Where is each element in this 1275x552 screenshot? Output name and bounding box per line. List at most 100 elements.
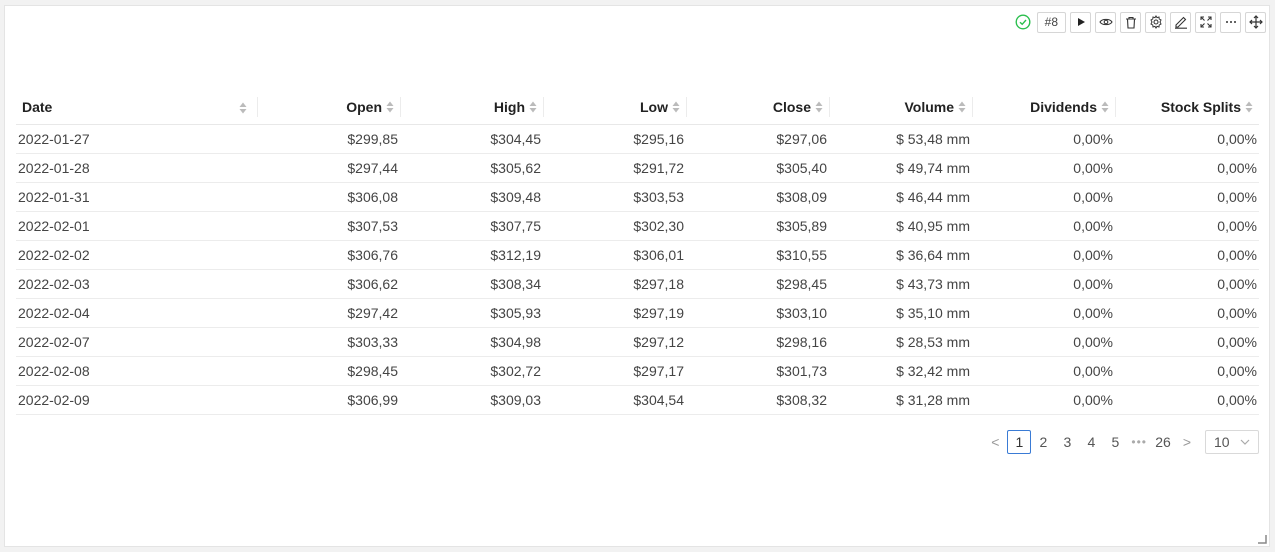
settings-button[interactable] <box>1145 11 1166 33</box>
cell-date: 2022-02-07 <box>16 327 257 357</box>
preview-button[interactable] <box>1095 11 1116 33</box>
sort-icon[interactable] <box>672 101 680 113</box>
cell-close: $308,09 <box>686 182 829 212</box>
cell-high: $305,93 <box>400 298 543 328</box>
column-header-close[interactable]: Close <box>686 89 829 125</box>
table-header-row: Date Open High Low Close Volume Dividend… <box>16 89 1259 125</box>
page-3-button[interactable]: 3 <box>1055 430 1079 454</box>
resize-handle-icon[interactable] <box>1257 534 1267 544</box>
cell-low: $297,17 <box>543 356 686 386</box>
cell-dividends: 0,00% <box>972 240 1115 270</box>
table-row: 2022-02-02 $306,76 $312,19 $306,01 $310,… <box>16 240 1259 270</box>
column-header-high[interactable]: High <box>400 89 543 125</box>
trash-icon <box>1125 16 1136 29</box>
cell-stock-splits: 0,00% <box>1115 327 1259 357</box>
cell-date: 2022-02-01 <box>16 211 257 241</box>
page-4-button[interactable]: 4 <box>1079 430 1103 454</box>
page-2-button[interactable]: 2 <box>1031 430 1055 454</box>
fullscreen-button[interactable] <box>1195 11 1216 33</box>
column-header-label: Open <box>346 98 382 115</box>
cell-close: $298,16 <box>686 327 829 357</box>
cell-dividends: 0,00% <box>972 211 1115 241</box>
run-button[interactable] <box>1070 11 1091 33</box>
cell-dividends: 0,00% <box>972 153 1115 183</box>
sort-icon[interactable] <box>529 101 537 113</box>
column-header-dividends[interactable]: Dividends <box>972 89 1115 125</box>
cell-low: $297,18 <box>543 269 686 299</box>
cell-dividends: 0,00% <box>972 124 1115 154</box>
cell-low: $303,53 <box>543 182 686 212</box>
sort-icon[interactable] <box>815 101 823 113</box>
cell-dividends: 0,00% <box>972 356 1115 386</box>
sort-icon[interactable] <box>1245 101 1253 113</box>
sort-icon[interactable] <box>1101 101 1109 113</box>
column-header-label: Stock Splits <box>1160 98 1241 115</box>
cell-open: $306,08 <box>257 182 400 212</box>
cell-low: $304,54 <box>543 385 686 415</box>
cell-close: $310,55 <box>686 240 829 270</box>
cell-low: $295,16 <box>543 124 686 154</box>
more-button[interactable] <box>1220 11 1241 33</box>
page-size-value: 10 <box>1214 434 1230 450</box>
column-header-label: High <box>493 98 525 115</box>
page-size-select[interactable]: 10 <box>1205 430 1259 454</box>
column-header-stock-splits[interactable]: Stock Splits <box>1115 89 1259 125</box>
prev-page-button[interactable]: < <box>983 430 1007 454</box>
cell-date: 2022-02-09 <box>16 385 257 415</box>
table-row: 2022-01-31 $306,08 $309,48 $303,53 $308,… <box>16 182 1259 212</box>
cell-high: $309,03 <box>400 385 543 415</box>
page-1-button[interactable]: 1 <box>1007 430 1032 454</box>
column-header-low[interactable]: Low <box>543 89 686 125</box>
column-header-volume[interactable]: Volume <box>829 89 972 125</box>
cell-close: $305,89 <box>686 211 829 241</box>
cell-open: $306,76 <box>257 240 400 270</box>
cell-low: $297,19 <box>543 298 686 328</box>
cell-open: $306,99 <box>257 385 400 415</box>
cell-high: $302,72 <box>400 356 543 386</box>
cell-high: $304,45 <box>400 124 543 154</box>
cell-high: $312,19 <box>400 240 543 270</box>
column-header-date[interactable]: Date <box>16 89 257 125</box>
cell-open: $306,62 <box>257 269 400 299</box>
cell-date: 2022-01-27 <box>16 124 257 154</box>
cell-low: $297,12 <box>543 327 686 357</box>
next-page-button[interactable]: > <box>1175 430 1199 454</box>
cell-stock-splits: 0,00% <box>1115 269 1259 299</box>
jump-next-button[interactable]: ••• <box>1127 435 1151 449</box>
cell-stock-splits: 0,00% <box>1115 153 1259 183</box>
delete-button[interactable] <box>1120 11 1141 33</box>
cell-open: $297,42 <box>257 298 400 328</box>
table-row: 2022-02-09 $306,99 $309,03 $304,54 $308,… <box>16 385 1259 415</box>
cell-dividends: 0,00% <box>972 182 1115 212</box>
play-icon <box>1077 18 1085 26</box>
page-5-button[interactable]: 5 <box>1103 430 1127 454</box>
column-header-open[interactable]: Open <box>257 89 400 125</box>
cell-dividends: 0,00% <box>972 385 1115 415</box>
edit-icon <box>1174 16 1187 29</box>
cell-volume: $ 28,53 mm <box>829 327 972 357</box>
cell-high: $309,48 <box>400 182 543 212</box>
data-table: Date Open High Low Close Volume Dividend… <box>16 89 1259 415</box>
column-header-label: Close <box>772 98 811 115</box>
fullscreen-icon <box>1199 16 1212 28</box>
gear-icon <box>1149 15 1162 29</box>
cell-stock-splits: 0,00% <box>1115 385 1259 415</box>
sort-icon[interactable] <box>958 101 966 113</box>
cell-date: 2022-02-08 <box>16 356 257 386</box>
cell-low: $306,01 <box>543 240 686 270</box>
cell-dividends: 0,00% <box>972 327 1115 357</box>
cell-high: $307,75 <box>400 211 543 241</box>
edit-button[interactable] <box>1170 11 1191 33</box>
column-header-label: Date <box>22 98 53 115</box>
sort-icon[interactable] <box>386 101 394 113</box>
move-button[interactable] <box>1245 11 1266 33</box>
sort-icon[interactable] <box>239 102 247 114</box>
cell-close: $298,45 <box>686 269 829 299</box>
cell-volume: $ 32,42 mm <box>829 356 972 386</box>
page-last-button[interactable]: 26 <box>1151 430 1175 454</box>
cell-volume: $ 36,64 mm <box>829 240 972 270</box>
column-header-label: Volume <box>904 98 954 115</box>
cell-stock-splits: 0,00% <box>1115 182 1259 212</box>
cell-high: $308,34 <box>400 269 543 299</box>
cell-stock-splits: 0,00% <box>1115 124 1259 154</box>
